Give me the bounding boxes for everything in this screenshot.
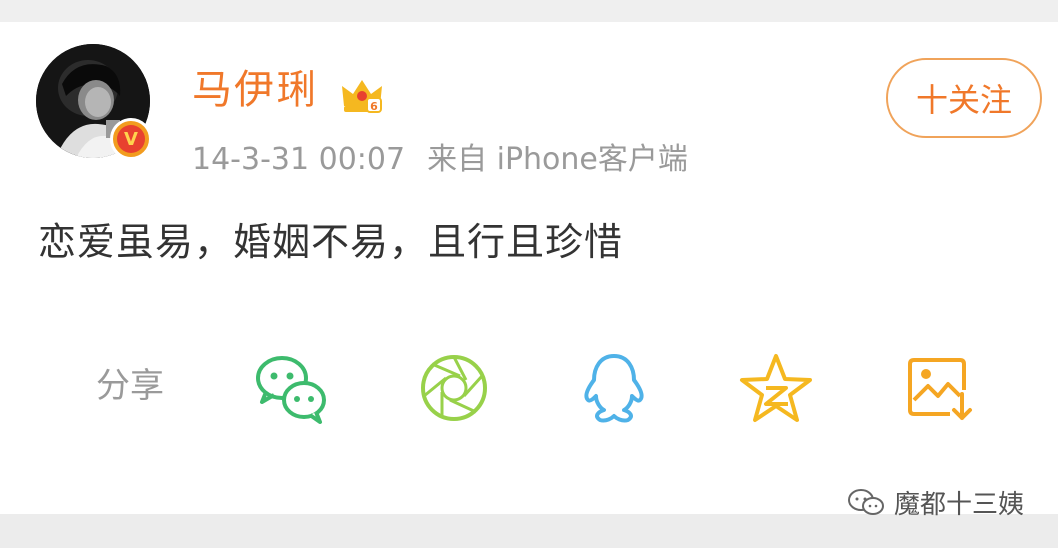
verified-badge: V (110, 118, 152, 160)
wechat-watermark-icon (848, 489, 884, 515)
qzone-icon[interactable] (736, 350, 816, 426)
svg-text:6: 6 (370, 100, 378, 113)
save-image-icon[interactable] (900, 350, 980, 426)
follow-button[interactable]: 十关注 (886, 58, 1042, 138)
username[interactable]: 马伊琍 (192, 66, 318, 114)
weibo-post-screenshot: V 马伊琍 6 14-3-31 00:07 来自 iPhone客户端 十关注 恋爱… (0, 0, 1058, 548)
verified-v-icon: V (117, 125, 145, 153)
wechat-icon[interactable] (252, 350, 332, 426)
crown-member-icon: 6 (342, 80, 382, 113)
post-text: 恋爱虽易，婚姻不易，且行且珍惜 (38, 220, 624, 264)
watermark: 魔都十三姨 (846, 484, 1024, 520)
qq-icon[interactable] (574, 350, 654, 426)
post-time: 14-3-31 00:07 (192, 142, 406, 177)
watermark-text: 魔都十三姨 (894, 489, 1025, 520)
share-label: 分享 (96, 366, 164, 406)
top-divider (0, 0, 1058, 22)
post-meta: 14-3-31 00:07 来自 iPhone客户端 (192, 140, 688, 180)
post-source[interactable]: 来自 iPhone客户端 (427, 142, 688, 177)
moments-icon[interactable] (414, 350, 494, 426)
